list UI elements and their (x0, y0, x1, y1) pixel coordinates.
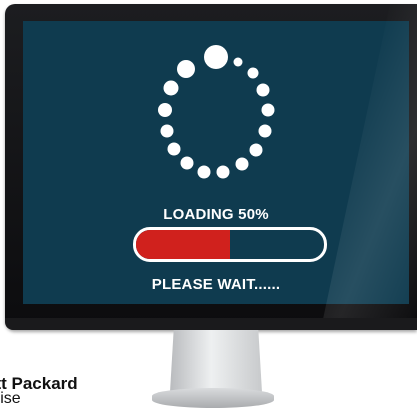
monitor-stand-neck (170, 330, 262, 392)
brand-subtitle: prise (0, 390, 21, 407)
monitor: LOADING 50% PLEASE WAIT...... (5, 4, 417, 330)
brand-name: ett Packard (0, 374, 78, 393)
monitor-chin (5, 318, 417, 330)
progress-fill (136, 230, 230, 259)
progress-bar (133, 227, 327, 262)
brand-logo-text: ett Packard prise (0, 374, 78, 407)
monitor-stand-base (152, 388, 274, 408)
